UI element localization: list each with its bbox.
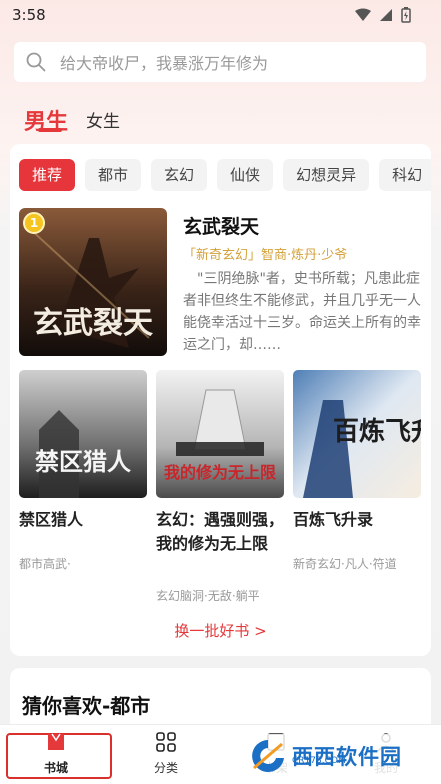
- status-time: 3:58: [12, 6, 46, 24]
- book-title[interactable]: 禁区猎人: [19, 508, 147, 532]
- book-cover[interactable]: 我的修为无上限: [156, 370, 284, 498]
- category-tab-xianxia[interactable]: 仙侠: [217, 159, 274, 191]
- category-tab-fantasy[interactable]: 玄幻: [151, 159, 208, 191]
- featured-book-description: "三阴绝脉"者，史书所载；凡患此症者非但终生不能修武，并且几乎无一人能侥幸活过十…: [183, 271, 421, 353]
- book-cover-title: 禁区猎人: [35, 447, 131, 476]
- category-tab-scifi[interactable]: 科幻: [379, 159, 431, 191]
- category-tab-supernatural[interactable]: 幻想灵异: [283, 159, 370, 191]
- book-cover[interactable]: 禁区猎人: [19, 370, 147, 498]
- book-item[interactable]: 百炼飞升 百炼飞升录: [293, 370, 421, 532]
- book-item[interactable]: 禁区猎人 禁区猎人: [19, 370, 147, 532]
- search-bar[interactable]: 给大帝收尸，我暴涨万年修为: [14, 42, 426, 82]
- featured-book-title[interactable]: 玄武裂天: [183, 212, 259, 239]
- guess-you-like-section: 猜你喜欢-都市: [10, 668, 431, 728]
- wifi-icon: [355, 8, 371, 21]
- book-title[interactable]: 玄幻：遇强则强，我的修为无上限: [156, 508, 284, 556]
- status-bar: 3:58: [0, 0, 441, 32]
- bookstore-icon: [16, 729, 96, 755]
- signal-icon: [380, 9, 392, 21]
- category-tab-urban[interactable]: 都市: [85, 159, 142, 191]
- search-placeholder: 给大帝收尸，我暴涨万年修为: [60, 54, 269, 73]
- category-tab-recommend[interactable]: 推荐: [19, 159, 76, 191]
- featured-book-meta: 「新奇玄幻」智商·炼丹·少爷: [183, 248, 348, 263]
- nav-label: 分类: [153, 761, 178, 775]
- book-cover-title: 百炼飞升: [333, 417, 421, 447]
- watermark-sub: CR173.COM: [292, 756, 346, 766]
- watermark-logo-icon: [252, 740, 284, 772]
- book-cover-art: 我的修为无上限: [156, 370, 284, 498]
- recommend-card: 推荐 都市 玄幻 仙侠 幻想灵异 科幻 玄武裂天 1 玄武裂天 「新奇玄幻」智商…: [10, 144, 431, 656]
- refresh-books-link[interactable]: 换一批好书 >: [10, 620, 431, 641]
- nav-category[interactable]: 分类: [126, 729, 206, 776]
- book-tags: 玄幻脑洞·无敌·躺平: [156, 589, 260, 603]
- book-cover-art: 禁区猎人: [19, 370, 147, 498]
- search-icon: [26, 52, 46, 72]
- book-title[interactable]: 百炼飞升录: [293, 508, 421, 532]
- category-grid-icon: [126, 729, 206, 755]
- book-tags: 都市高武·: [19, 557, 71, 571]
- guess-section-title: 猜你喜欢-都市: [22, 694, 151, 718]
- battery-icon: [401, 7, 411, 23]
- nav-bookstore[interactable]: 书城: [16, 729, 96, 776]
- tab-male-indicator: [38, 128, 62, 132]
- book-cover-title: 我的修为无上限: [164, 463, 277, 482]
- nav-label: 书城: [43, 761, 68, 775]
- tab-female[interactable]: 女生: [86, 107, 120, 132]
- rank-badge: 1: [23, 212, 45, 234]
- book-tags: 新奇玄幻·凡人·符道: [293, 557, 397, 571]
- featured-cover-title: 玄武裂天: [33, 306, 153, 341]
- category-tabs: 推荐 都市 玄幻 仙侠 幻想灵异 科幻: [19, 159, 431, 191]
- featured-book-cover[interactable]: 玄武裂天 1: [19, 208, 167, 356]
- book-cover[interactable]: 百炼飞升: [293, 370, 421, 498]
- book-cover-art: 百炼飞升: [293, 370, 421, 498]
- status-icons: [355, 7, 411, 23]
- book-item[interactable]: 我的修为无上限 玄幻：遇强则强，我的修为无上限: [156, 370, 284, 556]
